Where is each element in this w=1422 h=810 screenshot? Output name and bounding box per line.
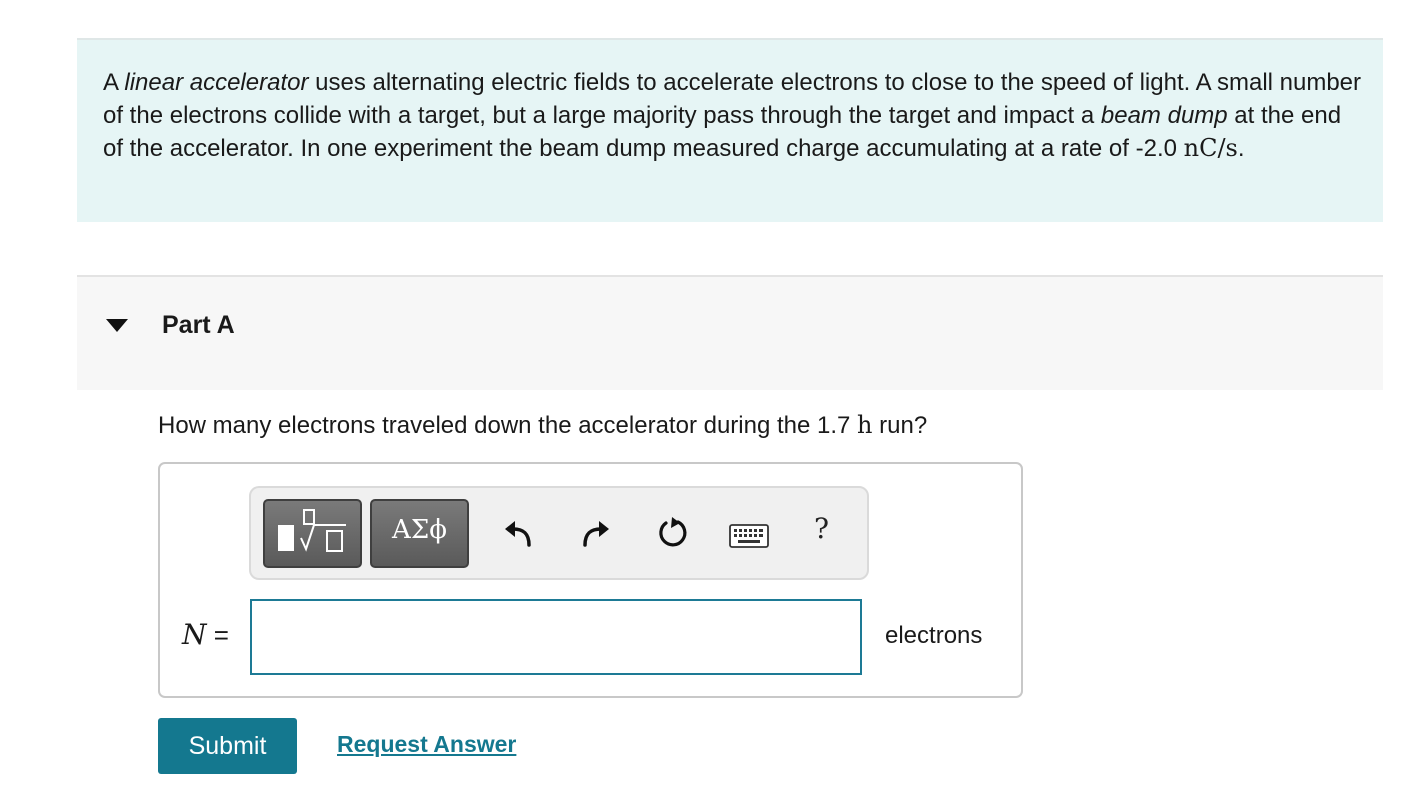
problem-text-part: . (1237, 135, 1245, 162)
greek-symbols-icon: ΑΣϕ (392, 515, 447, 545)
keyboard-icon[interactable] (729, 524, 769, 548)
question-time-unit: h (857, 411, 873, 439)
problem-text: A linear accelerator uses alternating el… (103, 67, 1363, 166)
term-beam-dump: beam dump (1100, 101, 1228, 129)
math-toolbar: ΑΣϕ ? (249, 486, 869, 580)
answer-unit-label: electrons (885, 622, 983, 649)
answer-input[interactable] (250, 599, 862, 675)
answer-panel: ΑΣϕ ? N = electrons (158, 462, 1023, 698)
redo-icon[interactable] (581, 518, 611, 548)
templates-button[interactable] (263, 499, 362, 568)
collapse-caret-icon[interactable] (106, 319, 128, 332)
problem-statement-box: A linear accelerator uses alternating el… (77, 38, 1383, 222)
part-title: Part A (162, 311, 235, 339)
variable-symbol: N (182, 618, 207, 651)
templates-icon (278, 509, 346, 552)
part-a-header[interactable]: Part A (77, 275, 1383, 390)
greek-symbols-button[interactable]: ΑΣϕ (370, 499, 469, 568)
question-text: How many electrons traveled down the acc… (158, 411, 927, 440)
submit-button[interactable]: Submit (158, 718, 297, 774)
reset-icon[interactable] (656, 516, 690, 550)
request-answer-link[interactable]: Request Answer (337, 731, 516, 758)
question-text-part: run? (872, 412, 928, 439)
problem-text-part: A (103, 69, 125, 96)
rate-unit: nC/s (1183, 134, 1238, 162)
equals-sign: = (213, 620, 229, 650)
answer-variable-label: N = (182, 618, 229, 651)
question-text-part: How many electrons traveled down the acc… (158, 412, 858, 439)
undo-icon[interactable] (503, 518, 533, 548)
help-icon[interactable]: ? (814, 512, 829, 545)
term-linear-accelerator: linear accelerator (124, 69, 309, 96)
